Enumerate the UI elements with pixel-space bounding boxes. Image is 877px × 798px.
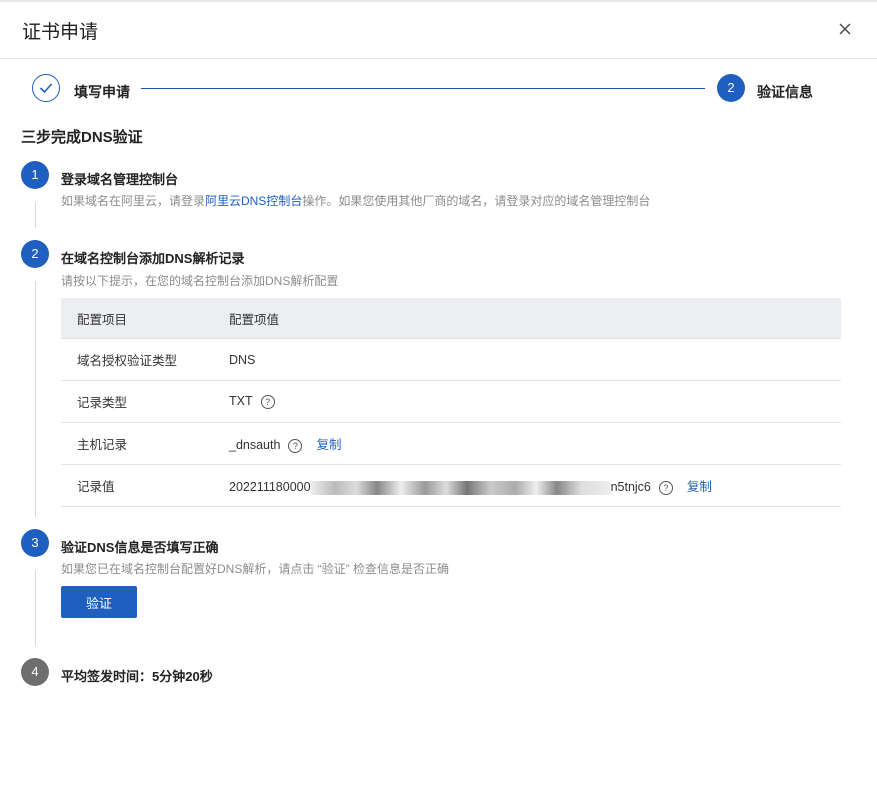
record-value-suffix: n5tnjc6	[610, 480, 651, 494]
row-label: 主机记录	[61, 422, 229, 465]
step-title: 登录域名管理控制台	[61, 172, 179, 187]
table-row: 记录类型 TXT?	[61, 380, 841, 423]
row-value: _dnsauth	[229, 438, 281, 452]
step-description: 请按以下提示，在您的域名控制台添加DNS解析配置	[61, 274, 339, 288]
step-title: 平均签发时间：5分钟20秒	[61, 669, 213, 684]
desc-text: 操作。如果您使用其他厂商的域名，请登录对应的域名管理控制台	[302, 194, 651, 208]
question-circle-icon[interactable]: ?	[658, 480, 673, 495]
desc-text: 如果域名在阿里云，请登录	[61, 194, 206, 208]
dns-console-link[interactable]: 阿里云DNS控制台	[205, 194, 302, 208]
step-1-label: 填写申请	[74, 84, 130, 100]
dialog-title: 证书申请	[22, 22, 99, 43]
step-number: 1	[21, 161, 49, 189]
step-title: 验证DNS信息是否填写正确	[61, 540, 219, 555]
copy-value-button[interactable]: 复制	[687, 480, 712, 494]
timeline-line	[35, 202, 36, 228]
timeline-line	[35, 570, 36, 646]
dialog-header: 证书申请	[0, 0, 877, 59]
step-2-number: 2	[717, 74, 745, 102]
dns-config-table: 配置项目 配置项值 域名授权验证类型 DNS 记录类型 TXT? 主机记录 _d…	[61, 298, 841, 507]
close-icon[interactable]	[836, 20, 854, 38]
section-title: 三步完成DNS验证	[21, 129, 143, 146]
step-number: 4	[21, 658, 49, 686]
redacted-area	[310, 480, 611, 495]
timeline-line	[35, 281, 36, 517]
column-header: 配置项值	[229, 298, 841, 339]
table-row: 域名授权验证类型 DNS	[61, 338, 841, 381]
step-description: 如果您已在域名控制台配置好DNS解析，请点击 “验证” 检查信息是否正确	[61, 562, 449, 576]
step-connector	[141, 88, 705, 89]
verify-button[interactable]: 验证	[61, 586, 137, 618]
record-value-prefix: 202211180000	[229, 480, 311, 494]
row-label: 记录值	[61, 464, 229, 507]
step-2-label: 验证信息	[757, 84, 813, 100]
step-title: 在域名控制台添加DNS解析记录	[61, 251, 245, 266]
step-number: 3	[21, 529, 49, 557]
column-header: 配置项目	[61, 298, 229, 339]
step-description: 如果域名在阿里云，请登录阿里云DNS控制台操作。如果您使用其他厂商的域名，请登录…	[61, 192, 650, 209]
question-circle-icon[interactable]: ?	[288, 438, 303, 453]
copy-host-button[interactable]: 复制	[316, 438, 341, 452]
table-header-row: 配置项目 配置项值	[61, 298, 841, 339]
row-value: TXT	[229, 394, 253, 409]
step-1-done	[32, 74, 60, 102]
row-value: DNS	[229, 352, 256, 367]
row-label: 域名授权验证类型	[61, 338, 229, 381]
question-circle-icon[interactable]: ?	[260, 394, 275, 409]
step-number: 2	[21, 240, 49, 268]
table-row: 主机记录 _dnsauth? 复制	[61, 422, 841, 465]
table-row: 记录值 202211180000 n5tnjc6? 复制	[61, 464, 841, 507]
row-label: 记录类型	[61, 380, 229, 423]
